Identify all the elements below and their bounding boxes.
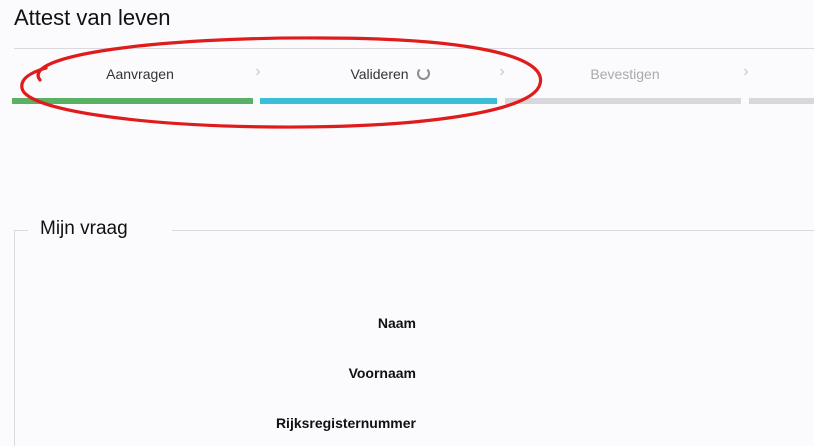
step-label: Valideren bbox=[350, 66, 409, 82]
step-progress-bar-bevestigen bbox=[505, 98, 741, 104]
field-label-naam: Naam bbox=[377, 315, 416, 331]
step-progress-bar-valideren bbox=[260, 98, 497, 104]
step-progress-bar-next bbox=[749, 98, 814, 104]
step-bevestigen[interactable]: Bevestigen bbox=[540, 64, 710, 84]
page-title: Attest van leven bbox=[14, 5, 171, 30]
section-legend: Mijn vraag bbox=[40, 217, 128, 241]
page: Attest van leven Aanvragen › Valideren ›… bbox=[0, 0, 814, 446]
step-label: Bevestigen bbox=[590, 66, 660, 82]
field-label-rijksregisternummer: Rijksregisternummer bbox=[275, 415, 416, 431]
fieldset-border bbox=[172, 230, 814, 231]
step-progress-bar-aanvragen bbox=[12, 98, 253, 104]
field-label-voornaam: Voornaam bbox=[348, 365, 416, 381]
step-aanvragen[interactable]: Aanvragen bbox=[40, 64, 240, 84]
step-label: Aanvragen bbox=[106, 66, 174, 82]
chevron-right-icon: › bbox=[499, 63, 505, 80]
fieldset-border bbox=[14, 230, 28, 231]
chevron-right-icon: › bbox=[743, 63, 749, 80]
chevron-right-icon: › bbox=[255, 63, 261, 80]
loading-spinner-icon bbox=[416, 67, 430, 80]
title-divider bbox=[14, 48, 814, 49]
fieldset-border bbox=[14, 230, 15, 446]
step-valideren[interactable]: Valideren bbox=[290, 64, 490, 84]
